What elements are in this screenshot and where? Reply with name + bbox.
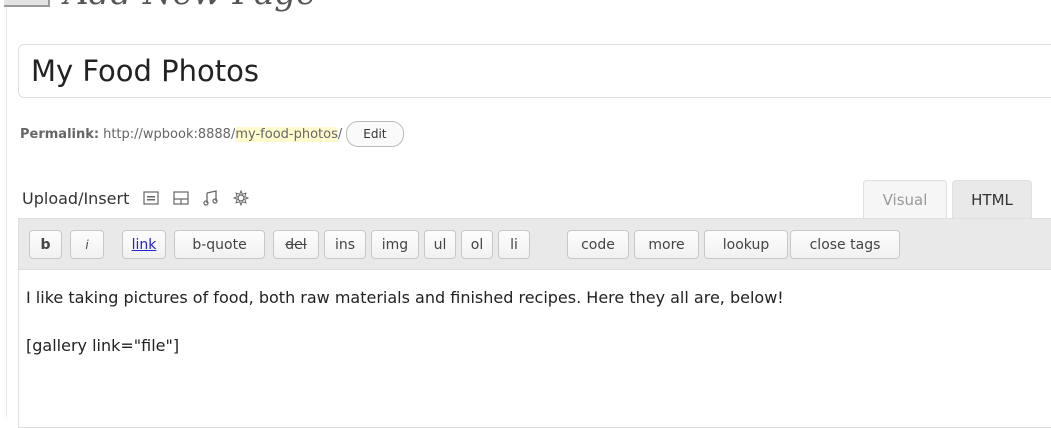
video-icon[interactable] <box>173 191 189 205</box>
permalink-slug[interactable]: my-food-photos <box>235 126 338 142</box>
media-buttons: Upload/Insert <box>22 185 250 211</box>
page-title: Add New Page <box>64 0 316 10</box>
editor: b i link b-quote del ins img ul ol li co… <box>18 218 1051 428</box>
ul-button[interactable]: ul <box>424 230 456 259</box>
content-left-border <box>6 0 7 417</box>
lookup-button[interactable]: lookup <box>704 230 788 259</box>
img-button[interactable]: img <box>371 230 419 259</box>
editor-textarea[interactable]: I like taking pictures of food, both raw… <box>26 287 1047 357</box>
quicktags-toolbar: b i link b-quote del ins img ul ol li co… <box>19 219 1051 270</box>
media-icon[interactable] <box>233 190 250 206</box>
b-quote-button[interactable]: b-quote <box>174 230 265 259</box>
title-input-value: My Food Photos <box>31 54 259 88</box>
upload-insert-label: Upload/Insert <box>22 188 130 208</box>
tab-html[interactable]: HTML <box>952 180 1032 218</box>
gallery-shortcode: [gallery link="file"] <box>26 336 180 355</box>
more-button[interactable]: more <box>634 230 699 259</box>
permalink-label: Permalink: <box>20 126 100 142</box>
code-button[interactable]: code <box>567 230 629 259</box>
link-button[interactable]: link <box>122 230 166 259</box>
image-icon[interactable] <box>143 191 159 205</box>
content-paragraph: I like taking pictures of food, both raw… <box>26 288 784 307</box>
bold-button[interactable]: b <box>29 230 62 259</box>
li-button[interactable]: li <box>498 230 530 259</box>
close-tags-button[interactable]: close tags <box>790 230 900 259</box>
permalink-edit-button[interactable]: Edit <box>346 121 404 147</box>
ol-button[interactable]: ol <box>461 230 493 259</box>
permalink-base-url: http://wpbook:8888/ <box>103 126 236 142</box>
pages-icon <box>4 0 50 7</box>
permalink-row: Permalink: http://wpbook:8888/my-food-ph… <box>20 120 404 148</box>
ins-button[interactable]: ins <box>324 230 366 259</box>
tab-visual[interactable]: Visual <box>863 180 947 218</box>
audio-icon[interactable] <box>203 190 219 206</box>
permalink-trailing-slash: / <box>337 126 343 142</box>
page-header: Add New Page <box>0 0 316 10</box>
title-input[interactable]: My Food Photos <box>18 44 1051 98</box>
del-button[interactable]: del <box>273 230 319 259</box>
italic-button[interactable]: i <box>70 230 104 259</box>
